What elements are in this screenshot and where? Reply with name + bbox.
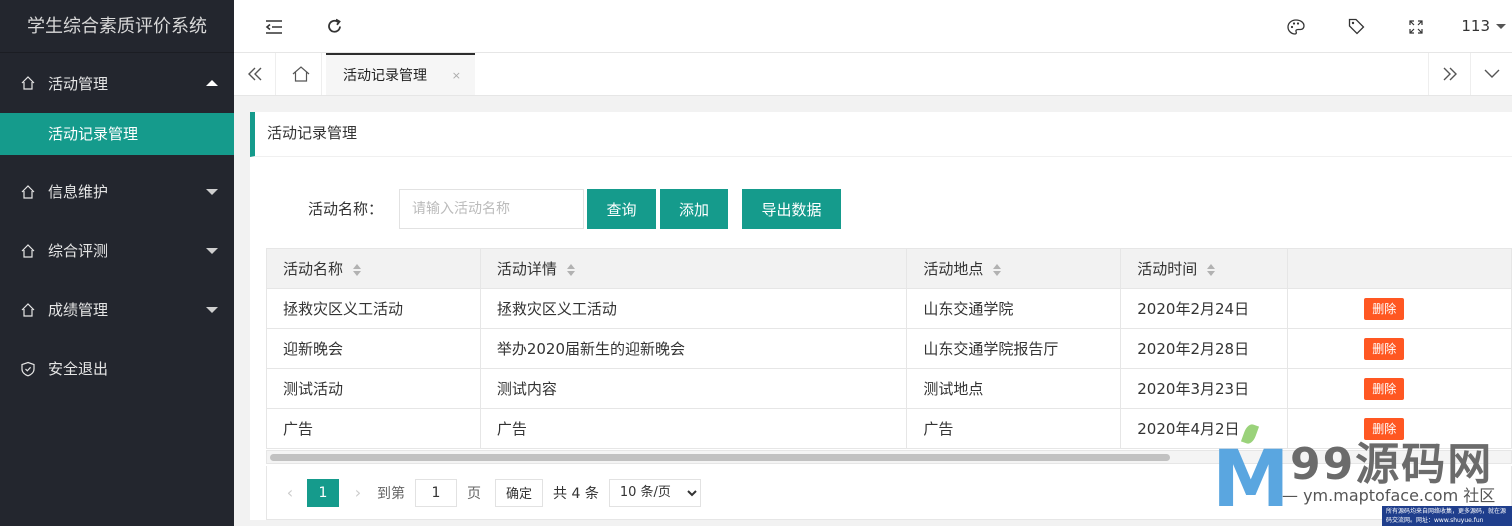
- cell-actions: 删除: [1287, 328, 1512, 369]
- prev-page-button[interactable]: ‹: [281, 483, 299, 502]
- sort-icon[interactable]: [566, 263, 575, 276]
- home-icon: [21, 243, 35, 258]
- delete-button[interactable]: 删除: [1364, 297, 1405, 320]
- cell-detail: 广告: [479, 408, 908, 449]
- sort-icon[interactable]: [353, 263, 362, 276]
- cell-name: 迎新晚会: [266, 328, 481, 369]
- sidebar-item-label: 信息维护: [48, 183, 109, 201]
- refresh-icon[interactable]: [314, 0, 354, 53]
- panel-title: 活动记录管理: [250, 112, 1512, 157]
- cell-name: 测试活动: [266, 368, 481, 409]
- fullscreen-icon[interactable]: [1396, 0, 1436, 53]
- goto-page-input[interactable]: [415, 478, 457, 507]
- total-count: 共 4 条: [553, 485, 599, 502]
- sidebar: 学生综合素质评价系统 活动管理 活动记录管理 信息维护 综合评测 成绩管理 安全…: [0, 0, 234, 526]
- chevron-up-icon: [206, 80, 218, 86]
- sidebar-item-label: 成绩管理: [48, 301, 109, 319]
- cell-time: 2020年3月23日: [1120, 368, 1289, 409]
- sidebar-item-grade-management[interactable]: 成绩管理: [0, 280, 234, 339]
- cell-place: 山东交通学院: [906, 288, 1122, 329]
- sidebar-item-label: 活动管理: [48, 74, 109, 93]
- menu-fold-icon[interactable]: [254, 0, 294, 53]
- cell-detail: 测试内容: [479, 368, 908, 409]
- sidebar-item-activity-management[interactable]: 活动管理: [0, 53, 234, 113]
- sort-icon[interactable]: [1207, 263, 1216, 276]
- tab-activity-records[interactable]: 活动记录管理 ×: [326, 53, 475, 95]
- close-icon[interactable]: ×: [452, 69, 461, 82]
- sidebar-item-label: 安全退出: [48, 360, 109, 378]
- watermark-logo: M: [1212, 435, 1290, 525]
- activity-name-input[interactable]: [399, 189, 584, 229]
- cell-time: 2020年2月24日: [1120, 288, 1289, 329]
- cell-time: 2020年2月28日: [1120, 328, 1289, 369]
- export-button[interactable]: 导出数据: [742, 189, 841, 229]
- sidebar-item-comprehensive-evaluation[interactable]: 综合评测: [0, 221, 234, 280]
- page-size-select[interactable]: 10 条/页: [608, 478, 701, 507]
- tabs-bar: 活动记录管理 ×: [234, 53, 1512, 96]
- next-page-button[interactable]: ›: [349, 483, 367, 502]
- shield-icon: [21, 361, 35, 376]
- query-button[interactable]: 查询: [587, 189, 656, 229]
- chevron-down-icon: [206, 188, 218, 195]
- tag-icon[interactable]: [1336, 0, 1376, 53]
- page-unit-label: 页: [467, 485, 481, 502]
- current-page[interactable]: 1: [307, 478, 339, 507]
- add-button[interactable]: 添加: [660, 189, 728, 229]
- confirm-page-button[interactable]: 确定: [495, 478, 544, 507]
- chevron-down-icon[interactable]: [1470, 53, 1512, 95]
- user-name: 113: [1461, 17, 1490, 35]
- sidebar-item-activity-records[interactable]: 活动记录管理: [0, 113, 234, 155]
- home-tab-icon[interactable]: [280, 53, 322, 95]
- cell-detail: 拯救灾区义工活动: [479, 288, 908, 329]
- cell-name: 拯救灾区义工活动: [266, 288, 481, 329]
- scrollbar-thumb[interactable]: [270, 454, 1170, 461]
- search-bar: 活动名称： 查询 添加 导出数据: [250, 189, 1512, 229]
- sort-icon[interactable]: [993, 263, 1002, 276]
- table-row: 拯救灾区义工活动 拯救灾区义工活动 山东交通学院 2020年2月24日 删除: [266, 288, 1512, 329]
- watermark: M 99源码网 — ym.maptoface.com 社区 所有源码均来自网络收…: [1212, 418, 1512, 526]
- home-icon: [21, 76, 35, 90]
- column-header-actions: [1287, 248, 1512, 289]
- delete-button[interactable]: 删除: [1364, 377, 1405, 400]
- home-icon: [21, 184, 35, 199]
- cell-place: 测试地点: [906, 368, 1122, 409]
- column-header-place[interactable]: 活动地点: [906, 248, 1122, 289]
- column-header-name[interactable]: 活动名称: [266, 248, 481, 289]
- app-title: 学生综合素质评价系统: [0, 0, 234, 53]
- table-row: 测试活动 测试内容 测试地点 2020年3月23日 删除: [266, 368, 1512, 409]
- sidebar-item-label: 综合评测: [48, 242, 109, 260]
- chevron-down-icon: [206, 247, 218, 254]
- top-header: 113: [234, 0, 1512, 53]
- cell-name: 广告: [266, 408, 481, 449]
- table-header-row: 活动名称 活动详情 活动地点 活动时间: [266, 248, 1512, 289]
- column-header-detail[interactable]: 活动详情: [479, 248, 908, 289]
- table-row: 迎新晚会 举办2020届新生的迎新晚会 山东交通学院报告厅 2020年2月28日…: [266, 328, 1512, 369]
- cell-detail: 举办2020届新生的迎新晚会: [479, 328, 908, 369]
- double-chevron-right-icon[interactable]: [1428, 53, 1470, 95]
- cell-actions: 删除: [1287, 288, 1512, 329]
- goto-label: 到第: [377, 485, 405, 502]
- cell-place: 山东交通学院报告厅: [906, 328, 1122, 369]
- delete-button[interactable]: 删除: [1364, 337, 1405, 360]
- column-header-time[interactable]: 活动时间: [1120, 248, 1289, 289]
- user-menu[interactable]: 113: [1461, 0, 1506, 53]
- caret-down-icon: [1496, 24, 1506, 29]
- cell-actions: 删除: [1287, 368, 1512, 409]
- sidebar-item-logout[interactable]: 安全退出: [0, 339, 234, 398]
- cell-place: 广告: [906, 408, 1122, 449]
- chevron-down-icon: [206, 306, 218, 313]
- tab-label: 活动记录管理: [343, 68, 427, 84]
- watermark-strip: 所有源码均来自网络收集，更多源码，就在源码交流网。网址：www.shuyue.f…: [1382, 506, 1512, 526]
- watermark-url: — ym.maptoface.com 社区: [1282, 486, 1496, 505]
- sidebar-item-info-maintenance[interactable]: 信息维护: [0, 162, 234, 221]
- palette-icon[interactable]: [1276, 0, 1316, 53]
- double-chevron-left-icon[interactable]: [234, 53, 276, 95]
- search-label: 活动名称：: [308, 200, 384, 218]
- home-icon: [21, 302, 35, 317]
